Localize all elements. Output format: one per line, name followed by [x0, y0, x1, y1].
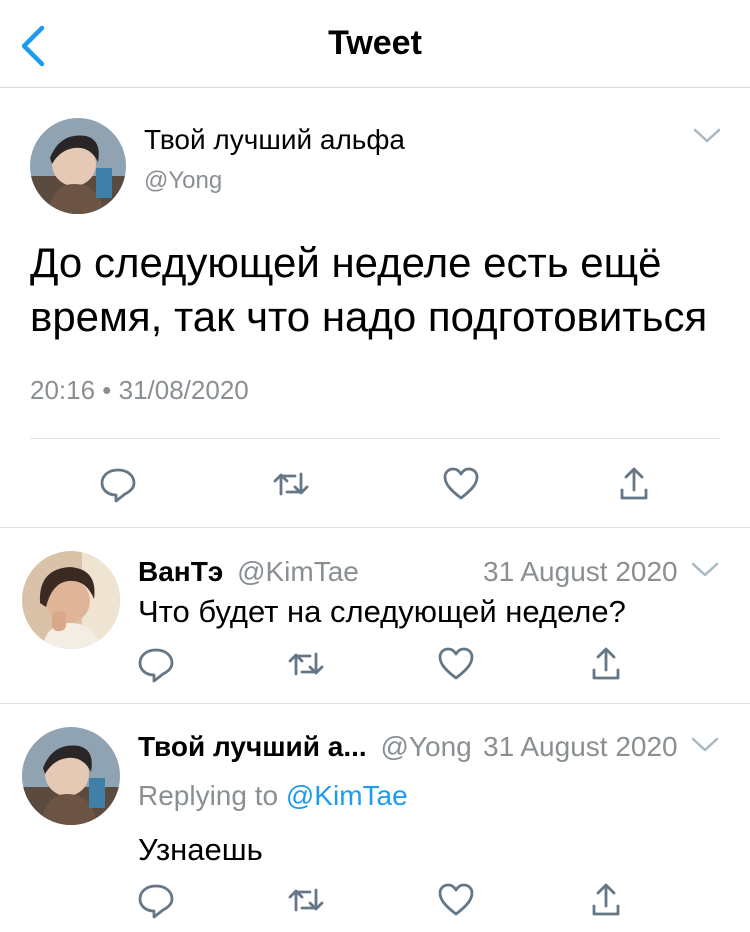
like-icon	[443, 467, 479, 500]
avatar[interactable]	[22, 727, 120, 825]
share-button[interactable]	[614, 464, 654, 504]
like-button[interactable]	[436, 880, 476, 920]
replying-to-label: Replying to	[138, 780, 279, 811]
reply-author-handle[interactable]: @Yong	[380, 731, 471, 762]
like-button[interactable]	[436, 644, 476, 684]
author-handle[interactable]: @Yong	[144, 167, 222, 195]
reply-author-handle[interactable]: @KimTae	[237, 556, 359, 587]
share-icon	[592, 647, 620, 680]
replying-to-line: Replying to @KimTae	[138, 780, 408, 812]
top-navigation-bar: Tweet	[0, 0, 750, 88]
share-button[interactable]	[586, 644, 626, 684]
share-icon	[620, 467, 648, 500]
retweet-button[interactable]	[286, 644, 326, 684]
reply-text: Узнаешь	[138, 832, 263, 867]
reply-text: Что будет на следующей неделе?	[138, 594, 626, 629]
replying-to-handle[interactable]: @KimTae	[286, 780, 408, 811]
reply-icon	[138, 648, 174, 683]
more-options-button[interactable]	[692, 126, 722, 146]
chevron-down-icon	[691, 737, 719, 752]
share-button[interactable]	[586, 880, 626, 920]
divider	[0, 527, 750, 528]
reply-date: 31 August 2020	[483, 556, 678, 587]
reply-button[interactable]	[136, 880, 176, 920]
share-icon	[592, 883, 620, 916]
tweet-text-line-2: время, так что надо подготовиться	[30, 293, 708, 340]
author-name[interactable]: Твой лучший альфа	[144, 124, 405, 156]
reply-icon	[138, 884, 174, 919]
like-button[interactable]	[441, 464, 481, 504]
reply-author-line: ВанТэ @KimTae	[138, 556, 359, 588]
like-icon	[438, 647, 474, 680]
reply-date: 31 August 2020	[483, 731, 678, 762]
reply-button[interactable]	[98, 464, 138, 504]
divider	[30, 438, 720, 439]
retweet-icon	[273, 472, 309, 496]
retweet-button[interactable]	[271, 464, 311, 504]
retweet-icon	[288, 652, 324, 676]
reply-author-line: Твой лучший а... @Yong	[138, 731, 472, 763]
more-options-button[interactable]	[690, 560, 720, 580]
reply-author-name[interactable]: Твой лучший а...	[138, 731, 367, 762]
retweet-button[interactable]	[286, 880, 326, 920]
retweet-icon	[288, 888, 324, 912]
tweet-text-line-1: До следующей неделе есть ещё	[30, 239, 662, 286]
avatar[interactable]	[22, 551, 120, 649]
more-options-button[interactable]	[690, 735, 720, 755]
like-icon	[438, 883, 474, 916]
tweet-timestamp: 20:16 • 31/08/2020	[30, 375, 249, 405]
chevron-down-icon	[691, 562, 719, 577]
divider	[0, 703, 750, 704]
page-title: Tweet	[328, 24, 422, 62]
avatar[interactable]	[30, 118, 126, 214]
reply-icon	[100, 468, 136, 503]
reply-button[interactable]	[136, 644, 176, 684]
chevron-down-icon	[693, 128, 721, 143]
reply-author-name[interactable]: ВанТэ	[138, 556, 223, 587]
